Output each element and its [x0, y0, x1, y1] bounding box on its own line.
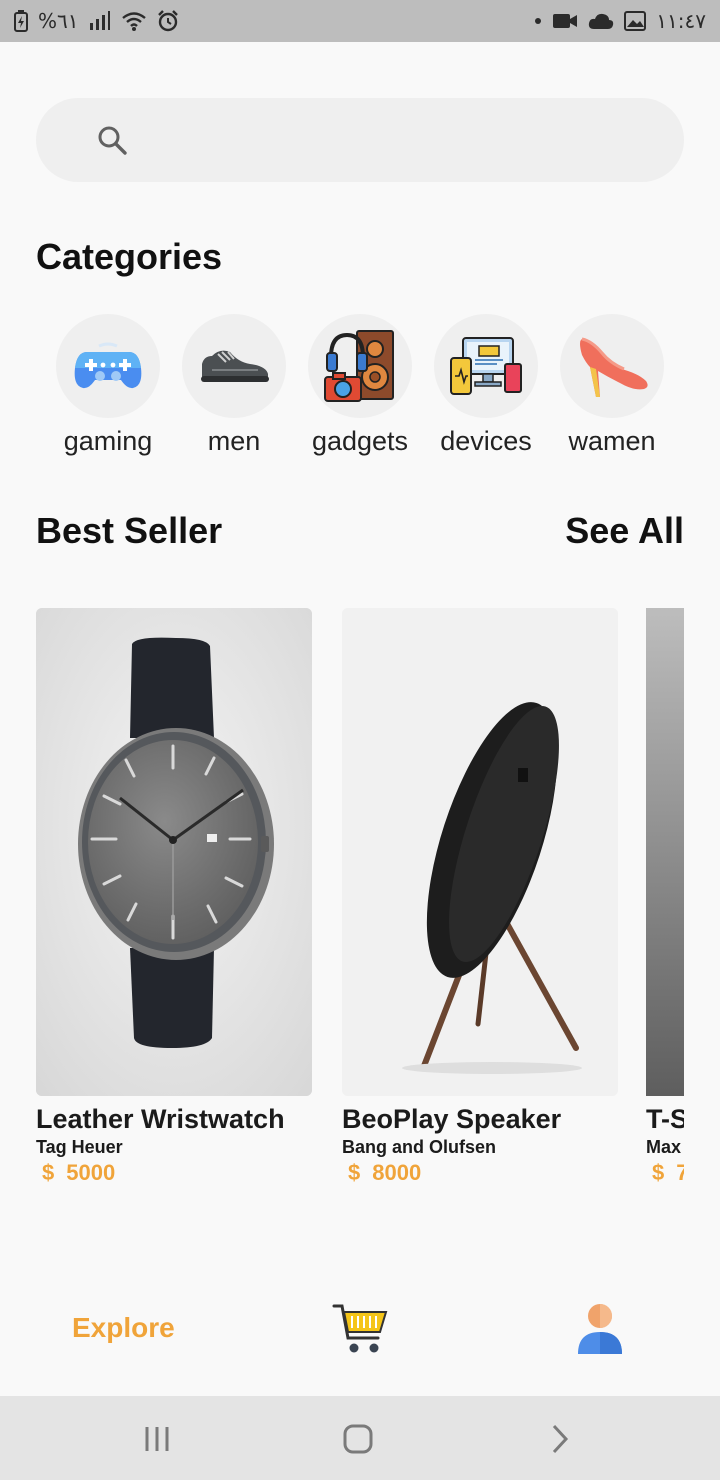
system-navigation-bar [0, 1396, 720, 1480]
wifi-icon [121, 11, 147, 31]
currency-symbol: $ [348, 1160, 361, 1185]
category-label: gadgets [311, 426, 409, 456]
recent-apps-icon[interactable] [140, 1422, 174, 1456]
dot-icon [534, 17, 542, 25]
product-card[interactable]: Leather Wristwatch Tag Heuer $5000 [36, 608, 312, 1186]
category-icon-circle [56, 314, 160, 418]
product-price: $5000 [36, 1160, 312, 1186]
product-carousel[interactable]: Leather Wristwatch Tag Heuer $5000 BeoPl… [36, 608, 684, 1208]
back-chevron-icon[interactable] [543, 1422, 577, 1456]
battery-charging-icon [14, 10, 28, 32]
currency-symbol: $ [42, 1160, 55, 1185]
cloud-icon [588, 12, 614, 30]
category-icon-circle [182, 314, 286, 418]
product-brand: Max [646, 1137, 682, 1157]
category-icon-circle [560, 314, 664, 418]
category-men[interactable]: men [171, 314, 297, 457]
product-name: BeoPlay Speaker [342, 1104, 562, 1134]
status-bar: %٦١ ١١:٤٧ [0, 0, 720, 42]
category-label: devices [440, 426, 532, 456]
search-icon [98, 126, 127, 155]
best-seller-title: Best Seller [36, 510, 223, 551]
category-label: men [207, 426, 261, 456]
product-price: $7 [646, 1160, 684, 1186]
product-price: $8000 [342, 1160, 618, 1186]
nav-explore[interactable]: Explore [72, 1312, 175, 1344]
category-icon-circle [434, 314, 538, 418]
user-profile-icon[interactable] [576, 1302, 624, 1356]
status-time: ١١:٤٧ [656, 9, 706, 33]
devices-icon [450, 337, 522, 395]
categories-title: Categories [36, 236, 223, 277]
signal-icon [89, 11, 111, 31]
battery-percent: %٦١ [38, 9, 79, 33]
product-card[interactable]: T-S Max $7 [646, 608, 684, 1186]
home-icon[interactable] [341, 1422, 375, 1456]
price-value: 5000 [66, 1160, 116, 1185]
category-gadgets[interactable]: gadgets [297, 314, 423, 457]
category-label: gaming [63, 426, 153, 456]
sneaker-icon [201, 350, 269, 382]
app-screen: %٦١ ١١:٤٧ Categories gaming men gadgets … [0, 0, 720, 1480]
currency-symbol: $ [652, 1160, 665, 1185]
product-image-speaker [342, 608, 618, 1096]
price-value: 7 [676, 1160, 684, 1185]
price-value: 8000 [372, 1160, 422, 1185]
see-all-link[interactable]: See All [565, 510, 684, 552]
shopping-cart-icon[interactable] [332, 1302, 388, 1358]
product-name: Leather Wristwatch [36, 1104, 285, 1134]
category-label: wamen [568, 426, 656, 456]
product-brand: Bang and Olufsen [342, 1137, 497, 1157]
video-camera-icon [552, 12, 578, 30]
category-gaming[interactable]: gaming [45, 314, 171, 457]
category-icon-circle [308, 314, 412, 418]
gamepad-icon [74, 342, 142, 389]
product-image-watch [36, 608, 312, 1096]
image-icon [624, 11, 647, 31]
product-image-tshirt [646, 608, 684, 1096]
product-name: T-S [646, 1104, 684, 1134]
product-card[interactable]: BeoPlay Speaker Bang and Olufsen $8000 [342, 608, 618, 1186]
gadgets-icon [324, 330, 394, 402]
alarm-icon [157, 10, 179, 32]
search-input[interactable] [36, 98, 684, 182]
product-brand: Tag Heuer [36, 1137, 123, 1157]
category-wamen[interactable]: wamen [549, 314, 675, 457]
category-devices[interactable]: devices [423, 314, 549, 457]
high-heel-icon [580, 337, 648, 397]
bottom-navigation: Explore [0, 1280, 720, 1396]
